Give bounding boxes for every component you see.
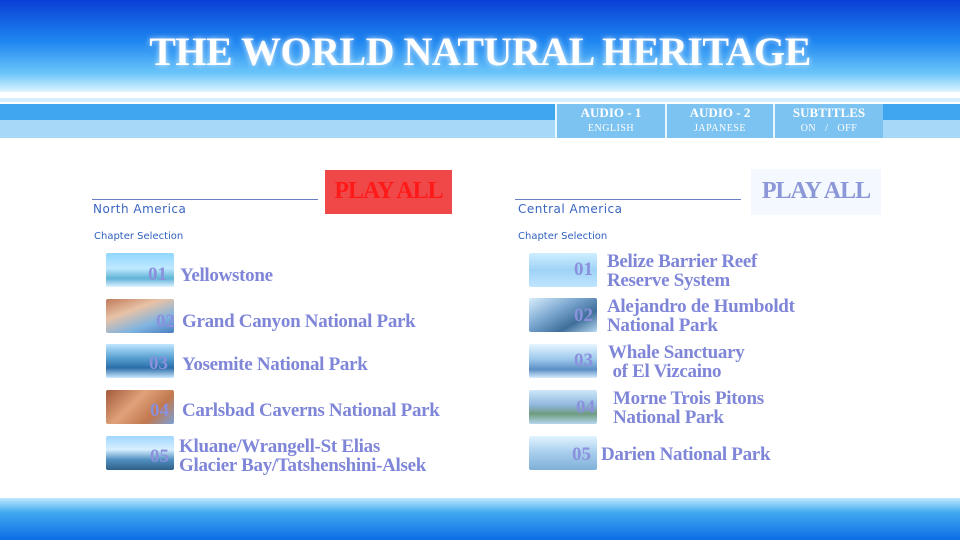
chapter-title: Yellowstone xyxy=(180,265,273,286)
chapter-number: 03 xyxy=(574,350,593,371)
play-all-button-north-america[interactable]: PLAY ALL xyxy=(325,170,452,214)
audio-1-language: ENGLISH xyxy=(587,123,635,134)
header-divider xyxy=(0,98,960,102)
audio-2-button[interactable]: AUDIO - 2 JAPANESE xyxy=(665,104,773,138)
chapter-title: Darien National Park xyxy=(601,444,771,465)
audio-1-label: AUDIO - 1 xyxy=(580,105,642,120)
chapter-number: 02 xyxy=(574,305,593,326)
chapter-title-line2: National Park xyxy=(607,315,718,336)
play-all-button-central-america[interactable]: PLAY ALL xyxy=(751,169,881,215)
chapter-number: 04 xyxy=(576,397,595,418)
region-central-america: Central America xyxy=(518,202,623,216)
chapter-title-line2: Glacier Bay/Tatshenshini-Alsek xyxy=(179,455,427,476)
chapter-number: 05 xyxy=(150,446,169,467)
region-north-america: North America xyxy=(93,202,187,216)
subtitles-button[interactable]: SUBTITLES ON / OFF xyxy=(773,104,883,138)
page-title: THE WORLD NATURAL HERITAGE xyxy=(149,29,811,74)
chapter-number: 05 xyxy=(572,444,591,465)
chapter-number: 02 xyxy=(156,311,175,332)
chapter-title: Yosemite National Park xyxy=(182,354,368,375)
chapter-title-line1: Alejandro de Humboldt xyxy=(607,296,795,317)
audio-1-button[interactable]: AUDIO - 1 ENGLISH xyxy=(555,104,665,138)
footer-band xyxy=(0,498,960,540)
chapter-title-line1: Belize Barrier Reef xyxy=(607,251,758,272)
subtitles-options: ON / OFF xyxy=(800,123,858,134)
chapter-title-line2: of El Vizcaino xyxy=(608,361,722,382)
audio-2-label: AUDIO - 2 xyxy=(689,105,751,120)
chapter-selection-label-right: Chapter Selection xyxy=(518,231,608,242)
chapter-title-line1: Morne Trois Pitons xyxy=(613,388,764,409)
audio-2-language: JAPANESE xyxy=(694,123,746,134)
chapter-title: Carlsbad Caverns National Park xyxy=(182,400,440,421)
chapter-title-line2: Reserve System xyxy=(607,270,730,291)
chapter-number: 04 xyxy=(150,400,169,421)
chapter-title: Grand Canyon National Park xyxy=(182,311,416,332)
chapter-title-line2: National Park xyxy=(613,407,724,428)
chapter-title-line1: Whale Sanctuary xyxy=(608,342,745,363)
subtitles-label: SUBTITLES xyxy=(792,105,866,120)
chapter-number: 01 xyxy=(148,264,167,285)
region-divider-left xyxy=(92,199,318,200)
chapter-title-line1: Kluane/Wrangell-St Elias xyxy=(179,436,380,457)
chapter-selection-label-left: Chapter Selection xyxy=(94,231,184,242)
chapter-number: 01 xyxy=(574,259,593,280)
chapter-number: 03 xyxy=(149,353,168,374)
region-divider-right xyxy=(515,199,741,200)
